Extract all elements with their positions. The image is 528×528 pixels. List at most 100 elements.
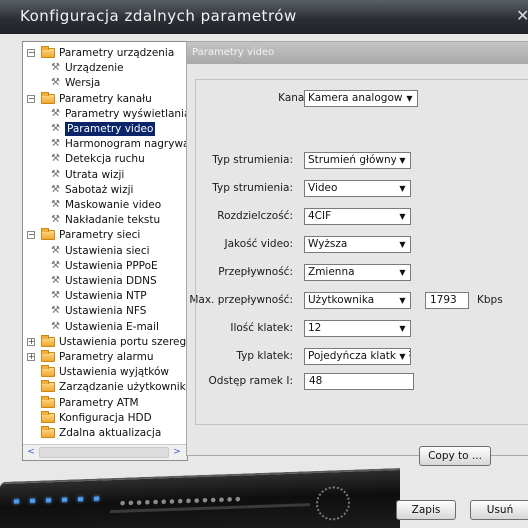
tree-item[interactable]: ⚒ Ustawienia NFS: [23, 304, 187, 318]
tree-item[interactable]: Ustawienia wyjątków: [23, 365, 187, 379]
folder-icon: [41, 91, 55, 104]
collapse-icon[interactable]: −: [27, 231, 35, 240]
dvr-led: [14, 499, 19, 504]
expand-icon[interactable]: +: [27, 353, 35, 361]
tree-item-label: Utrata wizji: [65, 168, 125, 181]
tree-item-label: Ustawienia DDNS: [65, 275, 157, 287]
folder-icon: [41, 334, 55, 347]
wrench-icon: ⚒: [51, 214, 60, 226]
tree-item[interactable]: ⚒ Utrata wizji: [23, 168, 187, 182]
tree-item[interactable]: ⚒ Urządzenie: [23, 61, 187, 75]
tree-item-label: Detekcja ruchu: [65, 153, 145, 166]
scroll-left-icon[interactable]: <: [25, 447, 37, 458]
tree-item[interactable]: Parametry ATM: [23, 395, 187, 410]
wrench-icon: ⚒: [51, 168, 60, 180]
dvr-led: [46, 498, 51, 503]
tree-item[interactable]: + Parametry alarmu: [23, 350, 187, 364]
expand-icon[interactable]: +: [27, 337, 35, 346]
tree-item[interactable]: + Ustawienia portu szeregowego: [23, 334, 187, 349]
tree-item[interactable]: Zarządzanie użytkownikami: [23, 380, 187, 394]
tree-item-label: Parametry sieci: [59, 229, 141, 242]
scroll-thumb[interactable]: [39, 447, 169, 458]
wrench-icon: ⚒: [51, 183, 60, 195]
tree-item-label: Ustawienia NTP: [65, 290, 147, 303]
tree-item-label: Zarządzanie użytkownikami: [59, 381, 187, 394]
folder-icon: [41, 380, 55, 393]
folder-icon: [41, 365, 55, 378]
wrench-icon: ⚒: [51, 290, 60, 302]
folder-icon: [41, 395, 55, 408]
tree-item-label: Parametry wyświetlania: [65, 107, 188, 120]
tree-item[interactable]: Konfiguracja HDD: [23, 410, 187, 425]
wrench-icon: ⚒: [51, 199, 60, 210]
wrench-icon: ⚒: [51, 320, 60, 332]
tree-item[interactable]: ⚒ Nakładanie tekstu: [23, 213, 187, 227]
tree-item[interactable]: ⚒ Ustawienia NTP: [23, 289, 187, 303]
remote-config-window: Konfiguracja zdalnych parametrów ✕ − Para…: [0, 0, 528, 528]
window-title: Konfiguracja zdalnych parametrów: [20, 7, 297, 25]
tree-horizontal-scrollbar[interactable]: < >: [23, 444, 187, 460]
tree-item[interactable]: − Parametry sieci: [23, 228, 187, 242]
tree-item-label: Parametry kanału: [59, 92, 152, 105]
tree-item[interactable]: ⚒ Ustawienia DDNS: [23, 274, 187, 288]
tree-item[interactable]: − Parametry urządzenia: [23, 46, 187, 60]
tree-item[interactable]: ⚒ Parametry video: [23, 122, 187, 136]
tree-item[interactable]: ⚒ Ustawienia sieci: [23, 244, 187, 258]
tree-item[interactable]: ⚒ Ustawienia E-mail: [23, 320, 187, 334]
folder-icon: [41, 46, 55, 58]
tree-item-label: Ustawienia PPPoE: [65, 259, 158, 272]
video-params-panel: Parametry video Kanał nr: Kamera analogo…: [186, 41, 528, 466]
tree-item-label: Harmonogram nagrywania: [65, 138, 188, 151]
dvr-led: [94, 496, 99, 501]
title-bar: Konfiguracja zdalnych parametrów ✕: [0, 0, 528, 34]
tree-item-label: Parametry urządzenia: [59, 47, 175, 59]
scroll-right-icon[interactable]: >: [171, 447, 183, 458]
tree-item[interactable]: ⚒ Sabotaż wizji: [23, 183, 187, 197]
wrench-icon: ⚒: [51, 138, 60, 150]
wrench-icon: ⚒: [51, 123, 60, 134]
tree-item[interactable]: ⚒ Maskowanie video: [23, 198, 187, 212]
folder-icon: [41, 228, 55, 241]
panel-frame: [195, 79, 528, 425]
dvr-device-image: ●●●●●●●●●●●●●●●: [0, 468, 400, 528]
close-icon[interactable]: ✕: [516, 6, 528, 25]
folder-icon: [41, 350, 55, 362]
settings-tree: − Parametry urządzenia ⚒ Urządzenie ⚒ Wersja −…: [22, 41, 188, 461]
tree-item-label: Maskowanie video: [65, 199, 162, 211]
tree-item-label: Sabotaż wizji: [65, 183, 134, 196]
wrench-icon: ⚒: [51, 77, 60, 89]
tree-item-label: Parametry ATM: [59, 396, 139, 409]
tree-item[interactable]: ⚒ Detekcja ruchu: [23, 152, 187, 166]
tree-item-label: Urządzenie: [65, 62, 124, 75]
tree-item-label: Nakładanie tekstu: [65, 214, 161, 227]
delete-button[interactable]: Usuń: [470, 500, 528, 520]
save-button[interactable]: Zapis: [396, 500, 456, 520]
folder-icon: [41, 410, 55, 423]
tree-item-label: Ustawienia E-mail: [65, 320, 159, 333]
tree-item[interactable]: Zdalna aktualizacja: [23, 426, 187, 440]
wrench-icon: ⚒: [51, 62, 60, 74]
tree-item[interactable]: ⚒ Parametry wyświetlania: [23, 107, 187, 121]
dvr-led: [30, 498, 35, 503]
collapse-icon[interactable]: −: [27, 49, 35, 57]
wrench-icon: ⚒: [51, 259, 60, 271]
tree-item-label: Parametry video: [65, 122, 156, 136]
tree-item-label: Zdalna aktualizacja: [59, 427, 162, 439]
dvr-led: [62, 497, 67, 502]
tree-item[interactable]: ⚒ Harmonogram nagrywania: [23, 137, 187, 151]
tree-item[interactable]: − Parametry kanału: [23, 91, 187, 106]
tree-item-label: Ustawienia sieci: [65, 244, 150, 257]
tree-item-label: Parametry alarmu: [59, 351, 154, 363]
dvr-led: [78, 497, 83, 502]
wrench-icon: ⚒: [51, 275, 60, 286]
tree-item[interactable]: ⚒ Ustawienia PPPoE: [23, 259, 187, 273]
tree-item-label: Konfiguracja HDD: [59, 411, 152, 424]
wrench-icon: ⚒: [51, 305, 60, 317]
tree-item[interactable]: ⚒ Wersja: [23, 76, 187, 90]
tree-item-label: Wersja: [65, 77, 101, 90]
dvr-jog-dial: [316, 485, 350, 521]
panel-header: Parametry video: [187, 42, 528, 64]
wrench-icon: ⚒: [51, 244, 60, 256]
collapse-icon[interactable]: −: [27, 94, 35, 103]
copy-to-button[interactable]: Copy to ...: [419, 446, 491, 466]
